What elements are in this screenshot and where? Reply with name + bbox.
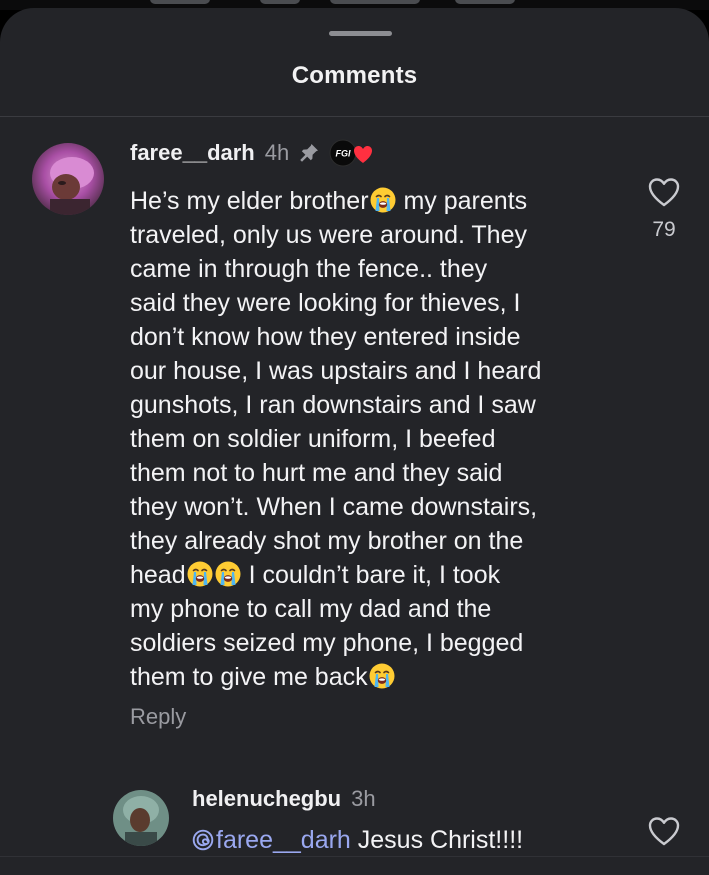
comment-line: our house, I was upstairs and I heard [130,354,630,388]
comment-line: said they were looking for thieves, I [130,286,630,320]
drag-handle[interactable] [329,31,392,36]
comment-line: them on soldier uniform, I beefed [130,422,630,456]
creator-liked-badge: FGI [329,139,375,167]
comment-line-text: my phone to call my dad and the [130,595,492,623]
comment-line-text: them not to hurt me and they said [130,459,503,487]
threads-at-icon [192,829,214,858]
comment-line-text: He’s my elder brother [130,187,369,215]
mention-link[interactable]: faree__darh [192,826,351,854]
comment-line: traveled, only us were around. They [130,218,630,252]
comment-line-text: them on soldier uniform, I beefed [130,425,496,453]
timestamp: 4h [264,140,290,165]
comment-line: them not to hurt me and they said [130,456,630,490]
comment-line: them to give me back [130,660,630,694]
loudly-crying-face-emoji [214,560,242,588]
comment-text-body: Jesus Christ!!!! [350,826,524,854]
heart-outline-icon[interactable] [647,815,681,847]
comment-header: helenuchegbu 3h [192,786,376,812]
comment-line: soldiers seized my phone, I begged [130,626,630,660]
comment-header: faree__darh 4h FGI [130,138,375,168]
header-divider [0,116,709,117]
comment-line: they already shot my brother on the [130,524,630,558]
comment-line: my phone to call my dad and the [130,592,630,626]
avatar[interactable] [32,143,104,215]
comment-line-text: traveled, only us were around. They [130,221,527,249]
loudly-crying-face-emoji [368,662,396,690]
timestamp: 3h [351,786,376,811]
bottom-divider [0,856,709,857]
comment-line: they won’t. When I came downstairs, [130,490,630,524]
comment-line-text: they won’t. When I came downstairs, [130,493,538,521]
loudly-crying-face-emoji [186,560,214,588]
comment-line: don’t know how they entered inside [130,320,630,354]
reply-button[interactable]: Reply [130,704,186,730]
comment-line-text: came in through the fence.. they [130,255,488,283]
avatar[interactable] [113,790,169,846]
comment-line-text: they already shot my brother on the [130,527,524,555]
heart-outline-icon[interactable] [647,176,681,208]
loudly-crying-face-emoji [369,186,397,214]
comment-line-text: my parents [396,187,528,215]
sheet-title: Comments [291,62,418,89]
comment-line: came in through the fence.. they [130,252,630,286]
comment-line-text: don’t know how they entered inside [130,323,521,351]
username[interactable]: faree__darh [130,140,255,166]
svg-text:FGI: FGI [336,149,351,159]
comment-line-text: soldiers seized my phone, I begged [130,629,524,657]
like-count: 79 [652,218,676,241]
comment-line-text: gunshots, I ran downstairs and I saw [130,391,536,419]
comment-line: head I couldn’t bare it, I took [130,558,630,592]
comment-line: gunshots, I ran downstairs and I saw [130,388,630,422]
comment-line-text: our house, I was upstairs and I heard [130,357,542,385]
comment-line-text: head [130,561,186,589]
mention-username: faree__darh [216,826,351,854]
comment-line-text: them to give me back [130,663,368,691]
comment-line: He’s my elder brother my parents [130,184,630,218]
pin-icon [297,141,321,165]
comment-text: He’s my elder brother my parents traveled… [130,184,630,694]
comment-line-text: said they were looking for thieves, I [130,289,521,317]
comment-line-text: I couldn’t bare it, I took [241,561,501,589]
comment-text: faree__darh Jesus Christ!!!! [192,826,523,858]
username[interactable]: helenuchegbu [192,786,341,812]
